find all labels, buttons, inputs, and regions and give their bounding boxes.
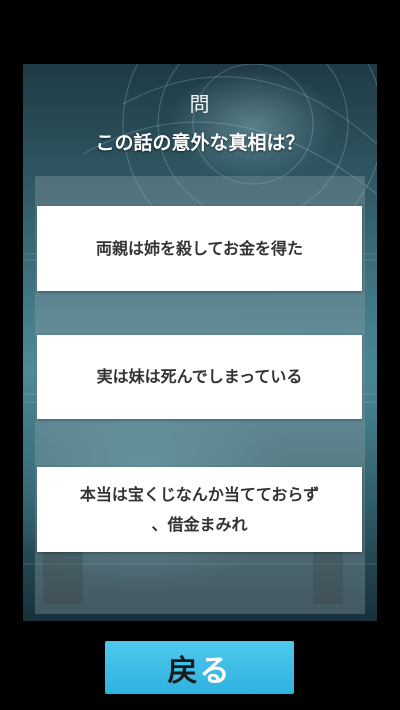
answer-option-2-label: 実は妹は死んでしまっている bbox=[96, 367, 303, 386]
question-marker: 問 bbox=[189, 92, 211, 116]
answer-option-3-label: 本当は宝くじなんか当てておらず 、借金まみれ bbox=[44, 480, 355, 540]
question-title: この話の意外な真相は？ bbox=[95, 132, 305, 154]
back-label-kanji: 戻 bbox=[167, 653, 200, 689]
answer-option-1-label: 両親は姉を殺してお金を得た bbox=[95, 238, 304, 258]
answer-option-3-line2: 、借金まみれ bbox=[151, 514, 248, 534]
answer-option-3[interactable]: 本当は宝くじなんか当てておらず 、借金まみれ bbox=[37, 467, 362, 552]
back-label-kana: る bbox=[199, 653, 232, 689]
screen: 問 この話の意外な真相は？ 両親は姉を殺してお金を得た 実は妹は死んでしまってい… bbox=[0, 0, 400, 710]
answer-option-1[interactable]: 両親は姉を殺してお金を得た bbox=[37, 206, 362, 291]
answer-option-3-line1: 本当は宝くじなんか当てておらず bbox=[79, 484, 320, 504]
answer-option-2[interactable]: 実は妹は死んでしまっている bbox=[37, 335, 362, 419]
quiz-panel: 問 この話の意外な真相は？ 両親は姉を殺してお金を得た 実は妹は死んでしまってい… bbox=[23, 64, 377, 621]
back-button-label: 戻る bbox=[168, 646, 232, 690]
back-button[interactable]: 戻る bbox=[105, 641, 294, 694]
